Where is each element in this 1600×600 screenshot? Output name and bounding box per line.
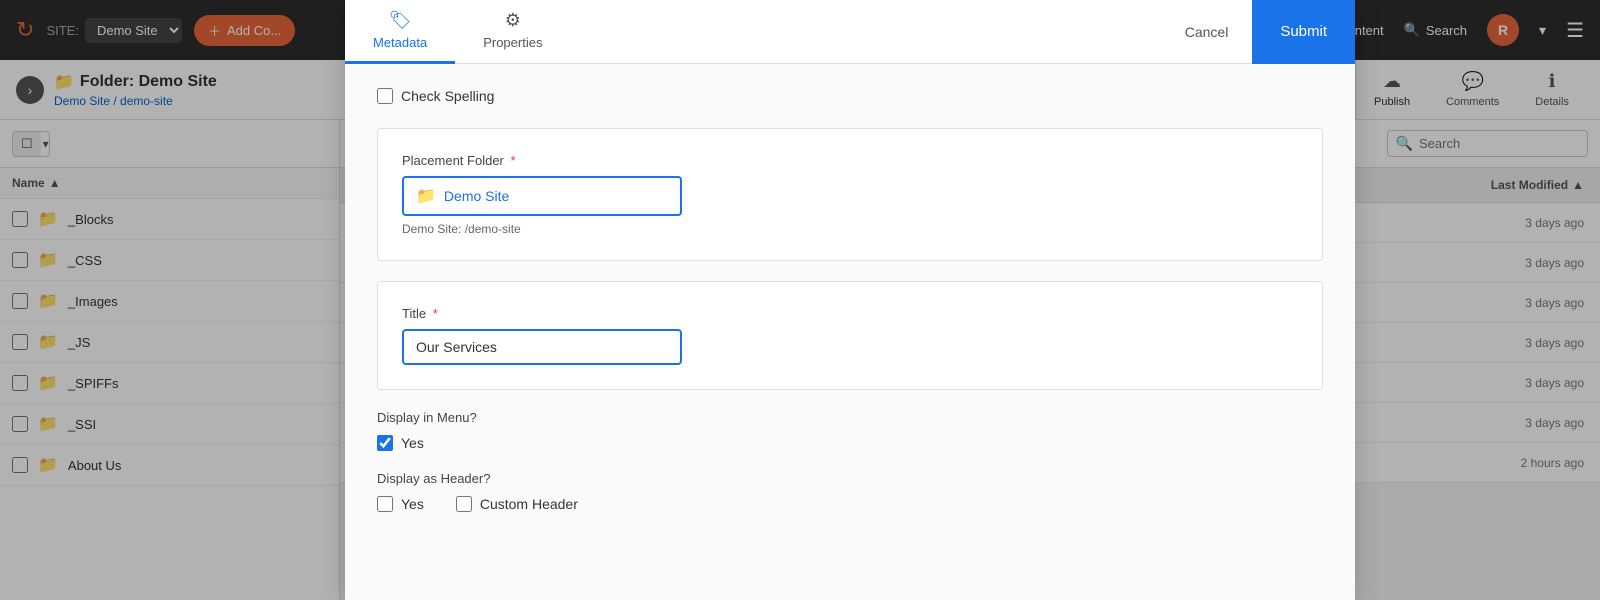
- title-label: Title *: [402, 306, 1298, 321]
- yes-label: Yes: [401, 435, 424, 451]
- modal-tabs: 🏷 Metadata ⚙ Properties Cancel Submit: [345, 0, 1355, 64]
- custom-header-row: Custom Header: [456, 496, 578, 512]
- placement-folder-section: Placement Folder * 📁 Demo Site Demo Site…: [377, 128, 1323, 261]
- modal-actions: Cancel Submit: [1161, 0, 1355, 64]
- header-yes-checkbox[interactable]: [377, 496, 393, 512]
- metadata-icon: 🏷: [389, 10, 412, 31]
- display-menu-label: Display in Menu?: [377, 410, 1323, 425]
- tab-metadata[interactable]: 🏷 Metadata: [345, 0, 455, 64]
- display-header-section: Display as Header? Yes Custom Header: [377, 471, 1323, 520]
- modal-body: Check Spelling Placement Folder * 📁 Demo…: [345, 64, 1355, 600]
- title-input[interactable]: [402, 329, 682, 365]
- check-spelling-row: Check Spelling: [377, 88, 1323, 104]
- folder-selected-name: Demo Site: [444, 188, 509, 204]
- cancel-button[interactable]: Cancel: [1161, 14, 1253, 50]
- check-spelling-checkbox[interactable]: [377, 88, 393, 104]
- required-star: *: [433, 306, 438, 321]
- placement-folder-input[interactable]: 📁 Demo Site: [402, 176, 682, 216]
- properties-icon: ⚙: [505, 10, 521, 31]
- header-yes-label: Yes: [401, 496, 424, 512]
- folder-icon: 📁: [416, 186, 436, 206]
- submit-button[interactable]: Submit: [1252, 0, 1355, 64]
- placement-folder-label: Placement Folder *: [402, 153, 1298, 168]
- custom-header-label: Custom Header: [480, 496, 578, 512]
- display-menu-yes-row: Yes: [377, 435, 1323, 451]
- display-header-row: Yes Custom Header: [377, 496, 1323, 520]
- display-header-label: Display as Header?: [377, 471, 1323, 486]
- title-section: Title *: [377, 281, 1323, 390]
- header-yes-row: Yes: [377, 496, 424, 512]
- display-menu-yes-checkbox[interactable]: [377, 435, 393, 451]
- modal-overlay: 🏷 Metadata ⚙ Properties Cancel Submit Ch…: [0, 0, 1600, 600]
- tab-properties[interactable]: ⚙ Properties: [455, 0, 570, 64]
- display-menu-section: Display in Menu? Yes: [377, 410, 1323, 451]
- check-spelling-label: Check Spelling: [401, 88, 494, 104]
- folder-path: Demo Site: /demo-site: [402, 222, 1298, 236]
- modal-dialog: 🏷 Metadata ⚙ Properties Cancel Submit Ch…: [345, 0, 1355, 600]
- custom-header-checkbox[interactable]: [456, 496, 472, 512]
- required-star: *: [511, 153, 516, 168]
